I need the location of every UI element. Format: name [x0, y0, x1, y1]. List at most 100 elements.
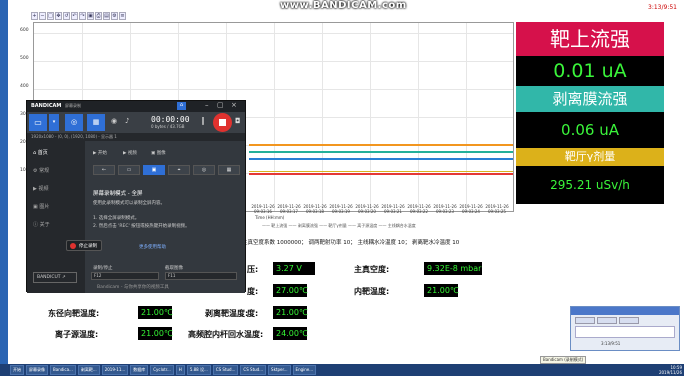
taskbar-item[interactable]: 数据库	[130, 365, 149, 375]
redo-icon[interactable]: ↷	[79, 12, 86, 20]
settings-icon[interactable]: ⚙	[111, 12, 118, 20]
tab-image[interactable]: ▣ 图像	[151, 150, 166, 156]
rect-mode-icon[interactable]: ▭	[118, 165, 140, 175]
x-tick: 2019-11-26 09:03:22	[407, 204, 431, 214]
device-tab-icon[interactable]: ▦	[218, 165, 240, 175]
taskbar-item[interactable]: 2019-11...	[101, 365, 129, 375]
inner-target-label: 内靶温度:	[354, 287, 390, 296]
dose-value: 295.21 uSv/h	[516, 166, 664, 204]
sidebar-item-general[interactable]: ⚙ 常规	[33, 167, 49, 174]
taskbar-item[interactable]: 屏幕录像	[26, 365, 48, 375]
x-tick: 2019-11-26 09:03:17	[277, 204, 301, 214]
screen-mode-icon[interactable]: ▭	[29, 114, 47, 131]
close-icon[interactable]: ×	[231, 101, 237, 109]
x-axis-label: Time (HH:mm)	[255, 215, 285, 220]
taskbar-item[interactable]: Engine...	[292, 365, 317, 375]
maximize-icon[interactable]: ▢	[217, 101, 224, 109]
tray-clock[interactable]: 10:59 2019/11/26	[659, 365, 682, 375]
taskbar-item[interactable]: CS Stud...	[240, 365, 267, 375]
taskbar-item[interactable]: Cyclotr...	[150, 365, 174, 375]
zoom-in-icon[interactable]: +	[31, 12, 38, 20]
screen: www.BANDICAM.com 3:13/9:51 + − □ ✥ ↺ ↶ ↷…	[0, 0, 684, 376]
hotkey-label-record: 录制/停止	[93, 266, 113, 271]
desktop-edge	[0, 0, 8, 376]
temp2-value: 21.00℃	[273, 306, 308, 319]
ion-source-label: 离子源温度:	[55, 330, 99, 339]
top-time: 3:13/9:51	[648, 4, 677, 11]
y-tick: 400	[20, 84, 29, 89]
taskbar-item[interactable]: Sktper...	[268, 365, 291, 375]
temp1-label: 度:	[247, 287, 259, 296]
bandicam-sidebar: ⌂ 首页 ⚙ 常规 ▶ 视频 ▣ 图片 ⓘ 关于 BANDICUT ↗	[27, 141, 85, 293]
undo-icon[interactable]: ↶	[71, 12, 78, 20]
bandicut-button[interactable]: BANDICUT ↗	[33, 272, 77, 283]
sidebar-item-video[interactable]: ▶ 视频	[33, 185, 48, 192]
plot-legend: —— 靶上流强 —— 剥离膜流强 —— 靶厅γ剂量 —— 离子源温度 —— 主线…	[262, 223, 416, 228]
chevron-down-icon[interactable]: ▾	[49, 114, 59, 131]
home-icon[interactable]: ⌂	[177, 102, 186, 110]
sidebar-item-home[interactable]: ⌂ 首页	[33, 149, 48, 156]
rf-water-label: 高频腔内杆回水温度:	[188, 330, 264, 339]
mic-icon[interactable]: ♪	[125, 117, 129, 125]
minimize-icon[interactable]: –	[205, 101, 209, 109]
voltage-value: 3.27 V	[273, 262, 315, 275]
target-current-label: 靶上流强	[516, 22, 664, 56]
mini-recorder-window[interactable]: 3:13/9:51	[570, 306, 680, 351]
legend-icon[interactable]: ≡	[119, 12, 126, 20]
mini-button[interactable]	[575, 317, 595, 324]
mini-button[interactable]	[597, 317, 617, 324]
x-tick: 2019-11-26 09:03:19	[329, 204, 353, 214]
mode-title: 屏幕录制模式 - 全屏	[93, 191, 143, 197]
audio-wave	[575, 326, 675, 338]
ion-source-value: 21.00℃	[138, 327, 173, 340]
x-tick: 2019-11-26 09:03:16	[251, 204, 275, 214]
print-icon[interactable]: ⎙	[95, 12, 102, 20]
stop-record-button[interactable]: 停止录制	[66, 240, 102, 251]
bandicam-titlebar[interactable]: BANDICAM 屏幕录制 ⌂ – ▢ ×	[27, 101, 245, 112]
temp1-value: 27.00℃	[273, 284, 308, 297]
zoom-out-icon[interactable]: −	[39, 12, 46, 20]
sidebar-item-image[interactable]: ▣ 图片	[33, 203, 49, 210]
watermark: www.BANDICAM.com	[280, 0, 407, 11]
cursor-mode-icon[interactable]: ⌖	[168, 165, 190, 175]
sidebar-item-about[interactable]: ⓘ 关于	[33, 221, 50, 228]
back-arrow-icon[interactable]: ←	[93, 165, 115, 175]
taskbar-item[interactable]: 剥离靶...	[77, 365, 100, 375]
mini-button[interactable]	[619, 317, 639, 324]
pause-icon[interactable]: ∥	[201, 116, 205, 125]
taskbar-item[interactable]: 开始	[10, 365, 24, 375]
save-icon[interactable]: ▤	[103, 12, 110, 20]
device-mode-icon[interactable]: ▦	[87, 114, 105, 131]
hotkey-record-field[interactable]: F12	[91, 272, 159, 280]
pan-icon[interactable]: ✥	[55, 12, 62, 20]
taskbar-item[interactable]: H	[175, 365, 185, 375]
mode-badge: 屏幕录制	[65, 103, 81, 108]
plot-toolbar: + − □ ✥ ↺ ↶ ↷ ▣ ⎙ ▤ ⚙ ≡	[31, 12, 126, 22]
tab-start[interactable]: ▶ 开始	[93, 150, 107, 156]
fit-icon[interactable]: ▣	[87, 12, 94, 20]
bandicam-main: ▶ 开始 ▶ 视频 ▣ 图像 屏幕录制模式 - 全屏 使用此录制模式可以录制全屏…	[85, 141, 245, 293]
help-link[interactable]: 更多使用帮助	[139, 244, 166, 250]
bandicam-window[interactable]: BANDICAM 屏幕录制 ⌂ – ▢ × ▭ ▾ ◎ ▦ ◉ ♪ 00:00:…	[26, 100, 246, 293]
camera-icon[interactable]: ◘	[235, 117, 241, 125]
voltage-label: 压:	[247, 265, 259, 274]
taskbar-item[interactable]: CS Stud...	[212, 365, 239, 375]
tab-video[interactable]: ▶ 视频	[123, 150, 137, 156]
x-tick: 2019-11-26 09:03:20	[355, 204, 379, 214]
rf-water-value: 24.00℃	[273, 327, 308, 340]
reset-icon[interactable]: ↺	[63, 12, 70, 20]
game-tab-icon[interactable]: ◎	[193, 165, 215, 175]
series-line-gold	[249, 171, 513, 172]
record-button[interactable]	[213, 113, 232, 132]
game-mode-icon[interactable]: ◎	[65, 114, 83, 131]
zoom-box-icon[interactable]: □	[47, 12, 54, 20]
mode-description: 使用此录制模式可以录制全屏内容。	[93, 201, 165, 206]
inner-target-value: 21.00℃	[424, 284, 459, 297]
temp2-label: 度:	[247, 309, 259, 318]
webcam-icon[interactable]: ◉	[111, 117, 117, 125]
taskbar-item[interactable]: Bandica...	[50, 365, 76, 375]
mini-time: 3:13/9:51	[601, 341, 621, 346]
fullscreen-mode-icon[interactable]: ▣	[143, 165, 165, 175]
hotkey-capture-field[interactable]: F11	[165, 272, 237, 280]
taskbar-item[interactable]: 5.88 设...	[186, 365, 211, 375]
